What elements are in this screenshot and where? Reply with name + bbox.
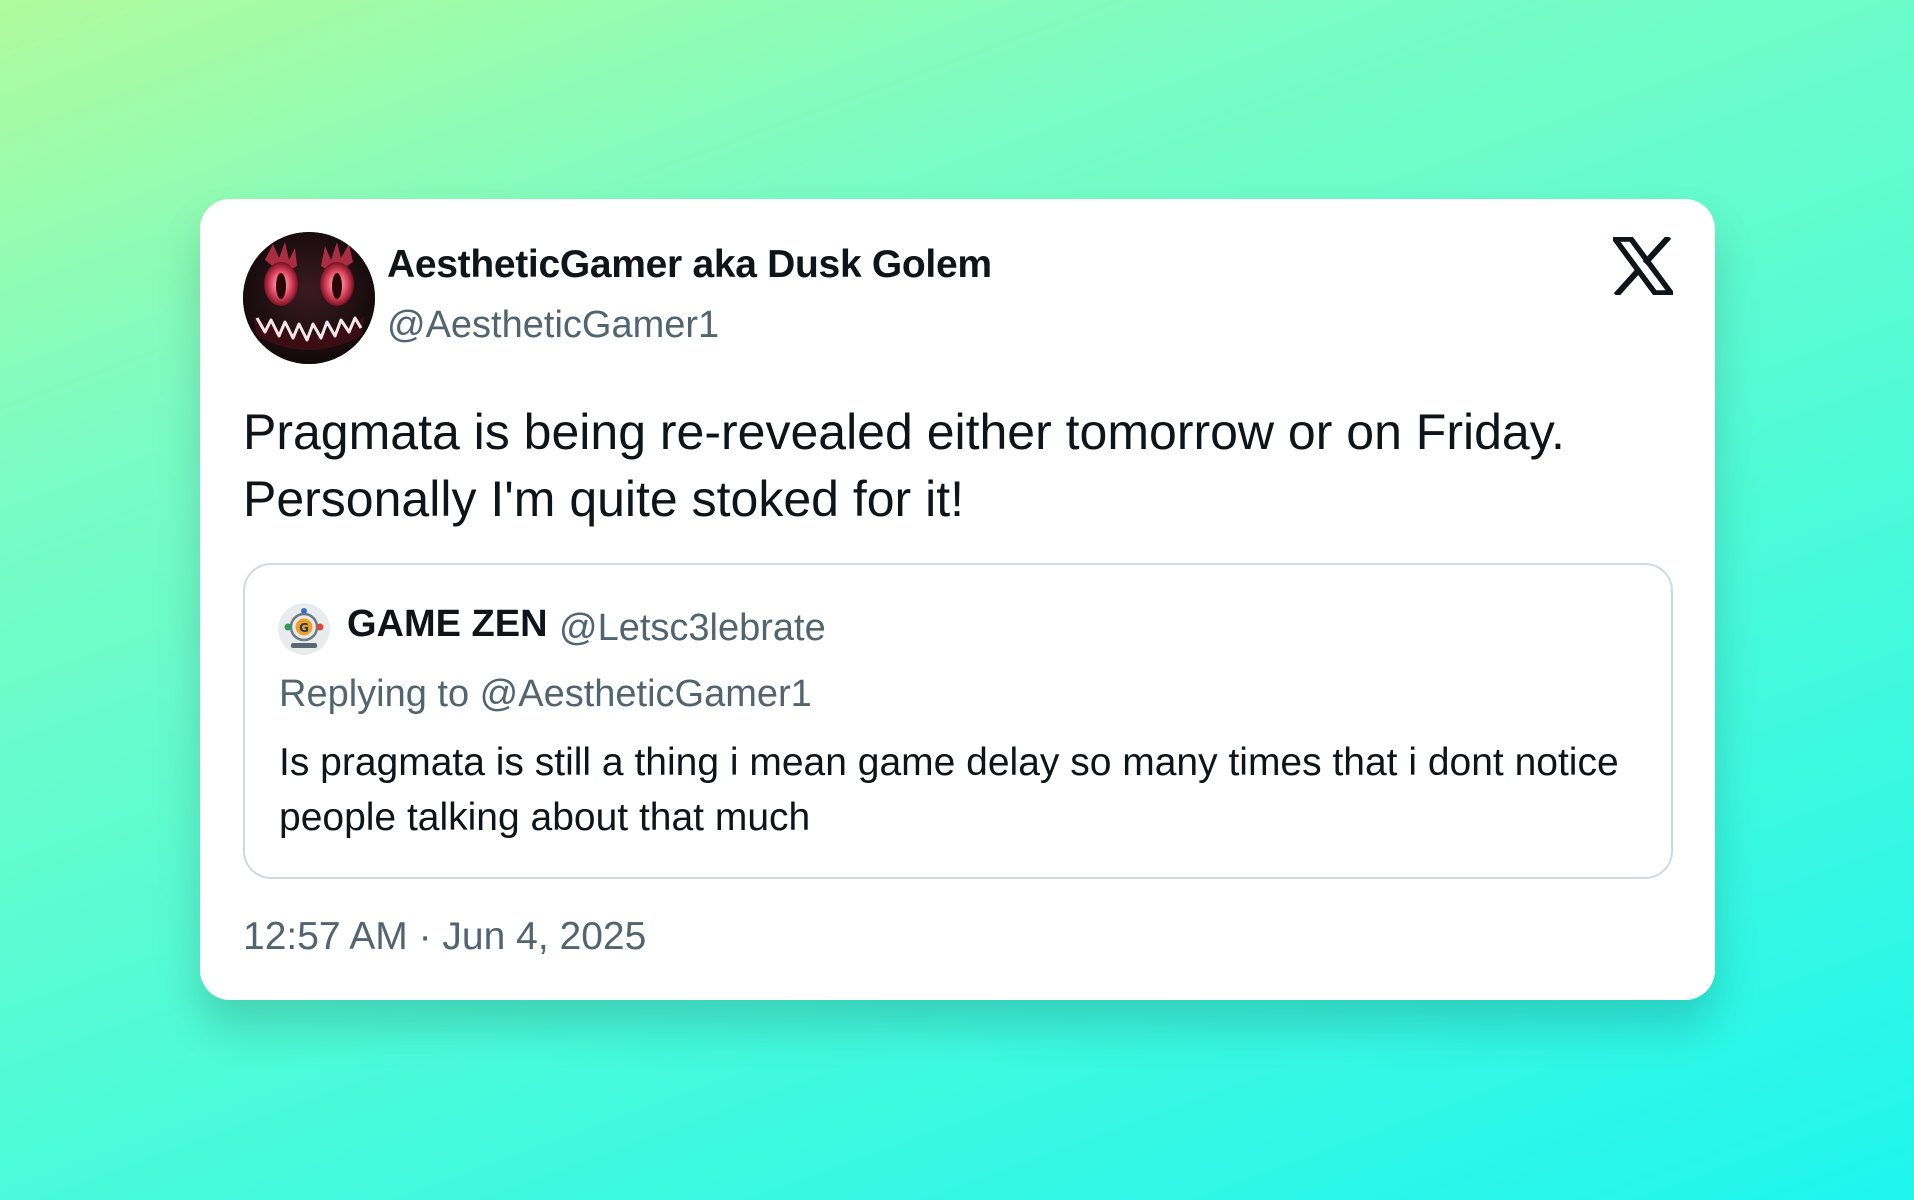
quoted-tweet-text: Is pragmata is still a thing i mean game…	[279, 741, 1619, 839]
tweet-card: AestheticGamer aka Dusk Golem @Aesthetic…	[200, 199, 1715, 1000]
replying-to-text[interactable]: Replying to @AestheticGamer1	[279, 673, 812, 716]
tweet-text: Pragmata is being re-revealed either tom…	[243, 404, 1565, 527]
x-logo-icon[interactable]	[1609, 234, 1677, 298]
author-avatar[interactable]	[243, 232, 375, 364]
tweet-timestamp[interactable]: 12:57 AM · Jun 4, 2025	[243, 915, 646, 959]
quoted-author-handle[interactable]: @Letsc3lebrate	[559, 607, 826, 650]
game-zen-logo-avatar-icon: G	[278, 603, 330, 655]
quoted-tweet[interactable]: G GAME ZEN @Letsc3lebrate Replying to @A…	[243, 563, 1673, 879]
author-display-name[interactable]: AestheticGamer aka Dusk Golem	[387, 243, 992, 287]
svg-text:G: G	[299, 621, 309, 635]
quoted-author-display-name[interactable]: GAME ZEN	[347, 603, 548, 646]
grinning-monster-avatar-icon	[243, 232, 375, 364]
author-handle[interactable]: @AestheticGamer1	[387, 304, 719, 347]
x-logo-glyph	[1609, 234, 1677, 298]
quoted-author-avatar[interactable]: G	[278, 603, 330, 655]
